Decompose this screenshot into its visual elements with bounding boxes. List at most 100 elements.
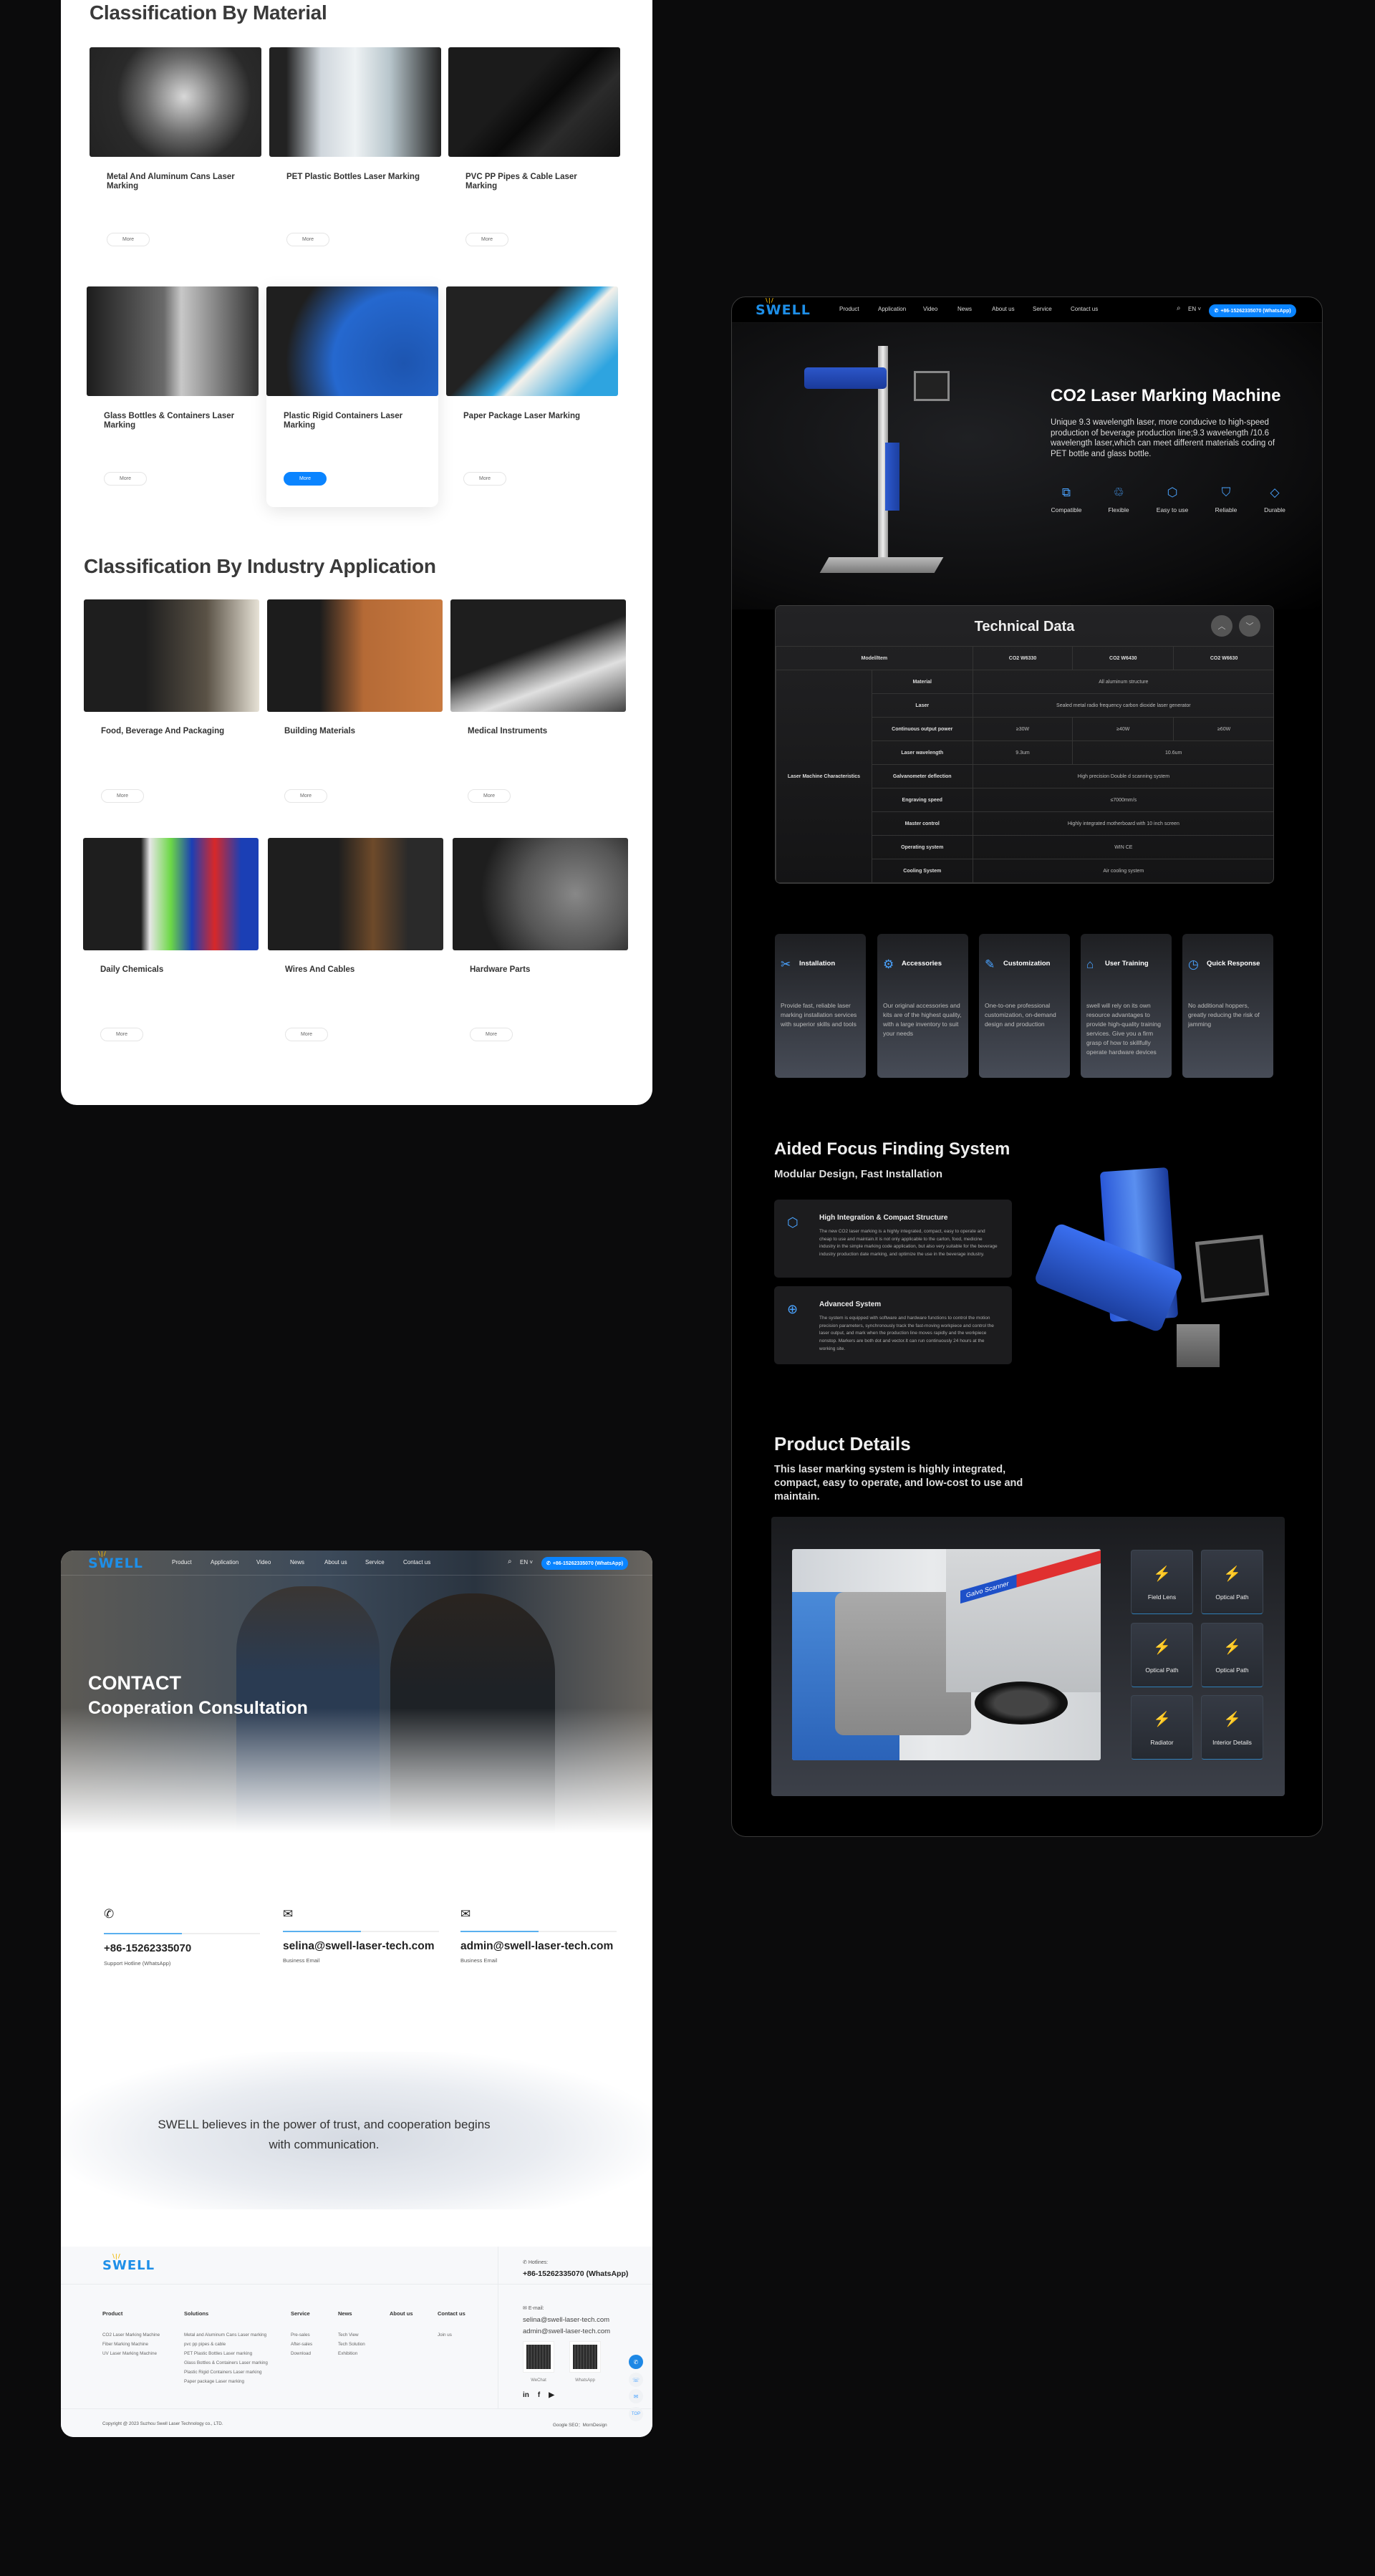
linkedin-icon[interactable]: in — [523, 2391, 529, 2399]
detail-tile[interactable]: ⚡ Optical Path — [1131, 1623, 1193, 1687]
industry-card-title[interactable]: Food, Beverage And Packaging — [101, 727, 259, 736]
material-card[interactable]: Glass Bottles & Containers Laser Marking… — [87, 286, 259, 487]
more-button[interactable]: More — [107, 233, 150, 246]
detail-tile[interactable]: ⚡ Radiator — [1131, 1695, 1193, 1760]
nav-item-contact-us[interactable]: Contact us — [1071, 306, 1098, 312]
nav-item-application[interactable]: Application — [211, 1559, 238, 1566]
service-card-quick-response[interactable]: ◷ Quick Response No additional hoppers, gr… — [1182, 934, 1273, 1078]
whatsapp-float-button[interactable]: ✆ — [629, 2355, 643, 2369]
facebook-icon[interactable]: f — [538, 2391, 540, 2399]
footer-hotline[interactable]: +86-15262335070 (WhatsApp) — [523, 2269, 628, 2278]
material-card-title[interactable]: Metal And Aluminum Cans Laser Marking — [107, 173, 243, 191]
footer-link[interactable]: Exhibition — [338, 2351, 365, 2360]
service-card-accessories[interactable]: ⚙ Accessories Our original accessories and… — [877, 934, 968, 1078]
whatsapp-button[interactable]: ✆ +86-15262335070 (WhatsApp) — [1209, 304, 1296, 317]
contact-value[interactable]: +86-15262335070 — [104, 1942, 191, 1954]
nav-item-product[interactable]: Product — [172, 1559, 192, 1566]
service-card-user-training[interactable]: ⌂ User Training swell will rely on its own… — [1081, 934, 1172, 1078]
industry-card[interactable]: Food, Beverage And Packaging More — [84, 599, 259, 807]
industry-card-title[interactable]: Medical Instruments — [468, 727, 625, 736]
more-button[interactable]: More — [468, 789, 511, 803]
whatsapp-button[interactable]: ✆ +86-15262335070 (WhatsApp) — [541, 1557, 628, 1570]
material-card-title[interactable]: PET Plastic Bottles Laser Marking — [286, 173, 423, 182]
nav-item-video[interactable]: Video — [923, 306, 937, 312]
search-icon[interactable]: ⌕ — [1177, 304, 1181, 312]
detail-tile[interactable]: ⚡ Optical Path — [1201, 1623, 1263, 1687]
footer-link[interactable]: Download — [291, 2351, 312, 2360]
nav-item-product[interactable]: Product — [839, 306, 859, 312]
footer-link[interactable]: UV Laser Marking Machine — [102, 2351, 160, 2360]
scroll-up-button[interactable]: ︿ — [1211, 615, 1232, 637]
footer-email-2[interactable]: admin@swell-laser-tech.com — [523, 2327, 610, 2335]
industry-card-title[interactable]: Daily Chemicals — [100, 965, 258, 975]
detail-tile[interactable]: ⚡ Field Lens — [1131, 1550, 1193, 1614]
detail-tile[interactable]: ⚡ Optical Path — [1201, 1550, 1263, 1614]
material-card[interactable]: Plastic Rigid Containers Laser Marking Mo… — [266, 286, 438, 507]
swell-logo[interactable]: \|/SWELL — [88, 1550, 143, 1571]
footer-column-heading[interactable]: Contact us — [438, 2310, 465, 2317]
footer-link[interactable]: CO2 Laser Marking Machine — [102, 2333, 160, 2342]
footer-link[interactable]: PET Plastic Bottles Laser marking — [184, 2351, 268, 2360]
footer-link[interactable]: Tech View — [338, 2333, 365, 2342]
industry-card[interactable]: Wires And Cables More — [268, 838, 443, 1046]
mail-float-button[interactable]: ✉ — [629, 2389, 643, 2403]
chat-float-button[interactable]: ☏ — [629, 2373, 643, 2387]
material-card-title[interactable]: Glass Bottles & Containers Laser Marking — [104, 412, 240, 430]
material-card[interactable]: PVC PP Pipes & Cable Laser Marking More — [448, 47, 620, 248]
youtube-icon[interactable]: ▶ — [549, 2391, 554, 2399]
more-button[interactable]: More — [465, 233, 508, 246]
more-button[interactable]: More — [284, 789, 327, 803]
nav-item-video[interactable]: Video — [256, 1559, 271, 1566]
more-button[interactable]: More — [101, 789, 144, 803]
footer-link[interactable]: Fiber Marking Machine — [102, 2342, 160, 2351]
footer-link[interactable]: Join us — [438, 2333, 465, 2342]
more-button[interactable]: More — [286, 233, 329, 246]
nav-item-contact-us[interactable]: Contact us — [403, 1559, 430, 1566]
contact-value[interactable]: admin@swell-laser-tech.com — [460, 1940, 613, 1953]
material-card-title[interactable]: Paper Package Laser Marking — [463, 412, 599, 421]
language-select[interactable]: EN ˅ — [1188, 306, 1201, 312]
more-button[interactable]: More — [463, 472, 506, 486]
detail-tile[interactable]: ⚡ Interior Details — [1201, 1695, 1263, 1760]
nav-item-about-us[interactable]: About us — [324, 1559, 347, 1566]
footer-column-heading[interactable]: News — [338, 2310, 365, 2317]
footer-column-heading[interactable]: Service — [291, 2310, 312, 2317]
industry-card-title[interactable]: Wires And Cables — [285, 965, 443, 975]
material-card[interactable]: Metal And Aluminum Cans Laser Marking Mor… — [90, 47, 261, 248]
nav-item-application[interactable]: Application — [878, 306, 906, 312]
footer-email-1[interactable]: selina@swell-laser-tech.com — [523, 2316, 609, 2324]
material-card[interactable]: Paper Package Laser Marking More — [446, 286, 618, 487]
more-button[interactable]: More — [104, 472, 147, 486]
footer-column-heading[interactable]: About us — [390, 2310, 413, 2317]
industry-card[interactable]: Medical Instruments More — [450, 599, 626, 807]
footer-column-heading[interactable]: Product — [102, 2310, 160, 2317]
nav-item-service[interactable]: Service — [365, 1559, 385, 1566]
industry-card[interactable]: Daily Chemicals More — [83, 838, 259, 1046]
footer-link[interactable]: Tech Solution — [338, 2342, 365, 2351]
more-button[interactable]: More — [470, 1028, 513, 1041]
footer-link[interactable]: Paper package Laser marking — [184, 2379, 268, 2388]
nav-item-service[interactable]: Service — [1033, 306, 1052, 312]
industry-card[interactable]: Building Materials More — [267, 599, 443, 807]
footer-link[interactable]: Pre-sales — [291, 2333, 312, 2342]
nav-item-about-us[interactable]: About us — [992, 306, 1015, 312]
nav-item-news[interactable]: News — [957, 306, 972, 312]
footer-link[interactable]: pvc pp pipes & cable — [184, 2342, 268, 2351]
material-card[interactable]: PET Plastic Bottles Laser Marking More — [269, 47, 441, 248]
footer-logo[interactable]: \|/SWELL — [102, 2253, 155, 2273]
industry-card-title[interactable]: Building Materials — [284, 727, 442, 736]
nav-item-news[interactable]: News — [290, 1559, 304, 1566]
footer-link[interactable]: Plastic Rigid Containers Laser marking — [184, 2370, 268, 2379]
footer-column-heading[interactable]: Solutions — [184, 2310, 268, 2317]
footer-link[interactable]: Glass Bottles & Containers Laser marking — [184, 2360, 268, 2370]
industry-card[interactable]: Hardware Parts More — [453, 838, 628, 1046]
footer-link[interactable]: After-sales — [291, 2342, 312, 2351]
more-button[interactable]: More — [285, 1028, 328, 1041]
language-select[interactable]: EN ˅ — [520, 1559, 533, 1566]
more-button[interactable]: More — [284, 472, 327, 486]
material-card-title[interactable]: Plastic Rigid Containers Laser Marking — [284, 412, 420, 430]
service-card-customization[interactable]: ✎ Customization One-to-one professional cu… — [979, 934, 1070, 1078]
back-to-top-button[interactable]: TOP — [629, 2407, 643, 2421]
industry-card-title[interactable]: Hardware Parts — [470, 965, 627, 975]
more-button[interactable]: More — [100, 1028, 143, 1041]
